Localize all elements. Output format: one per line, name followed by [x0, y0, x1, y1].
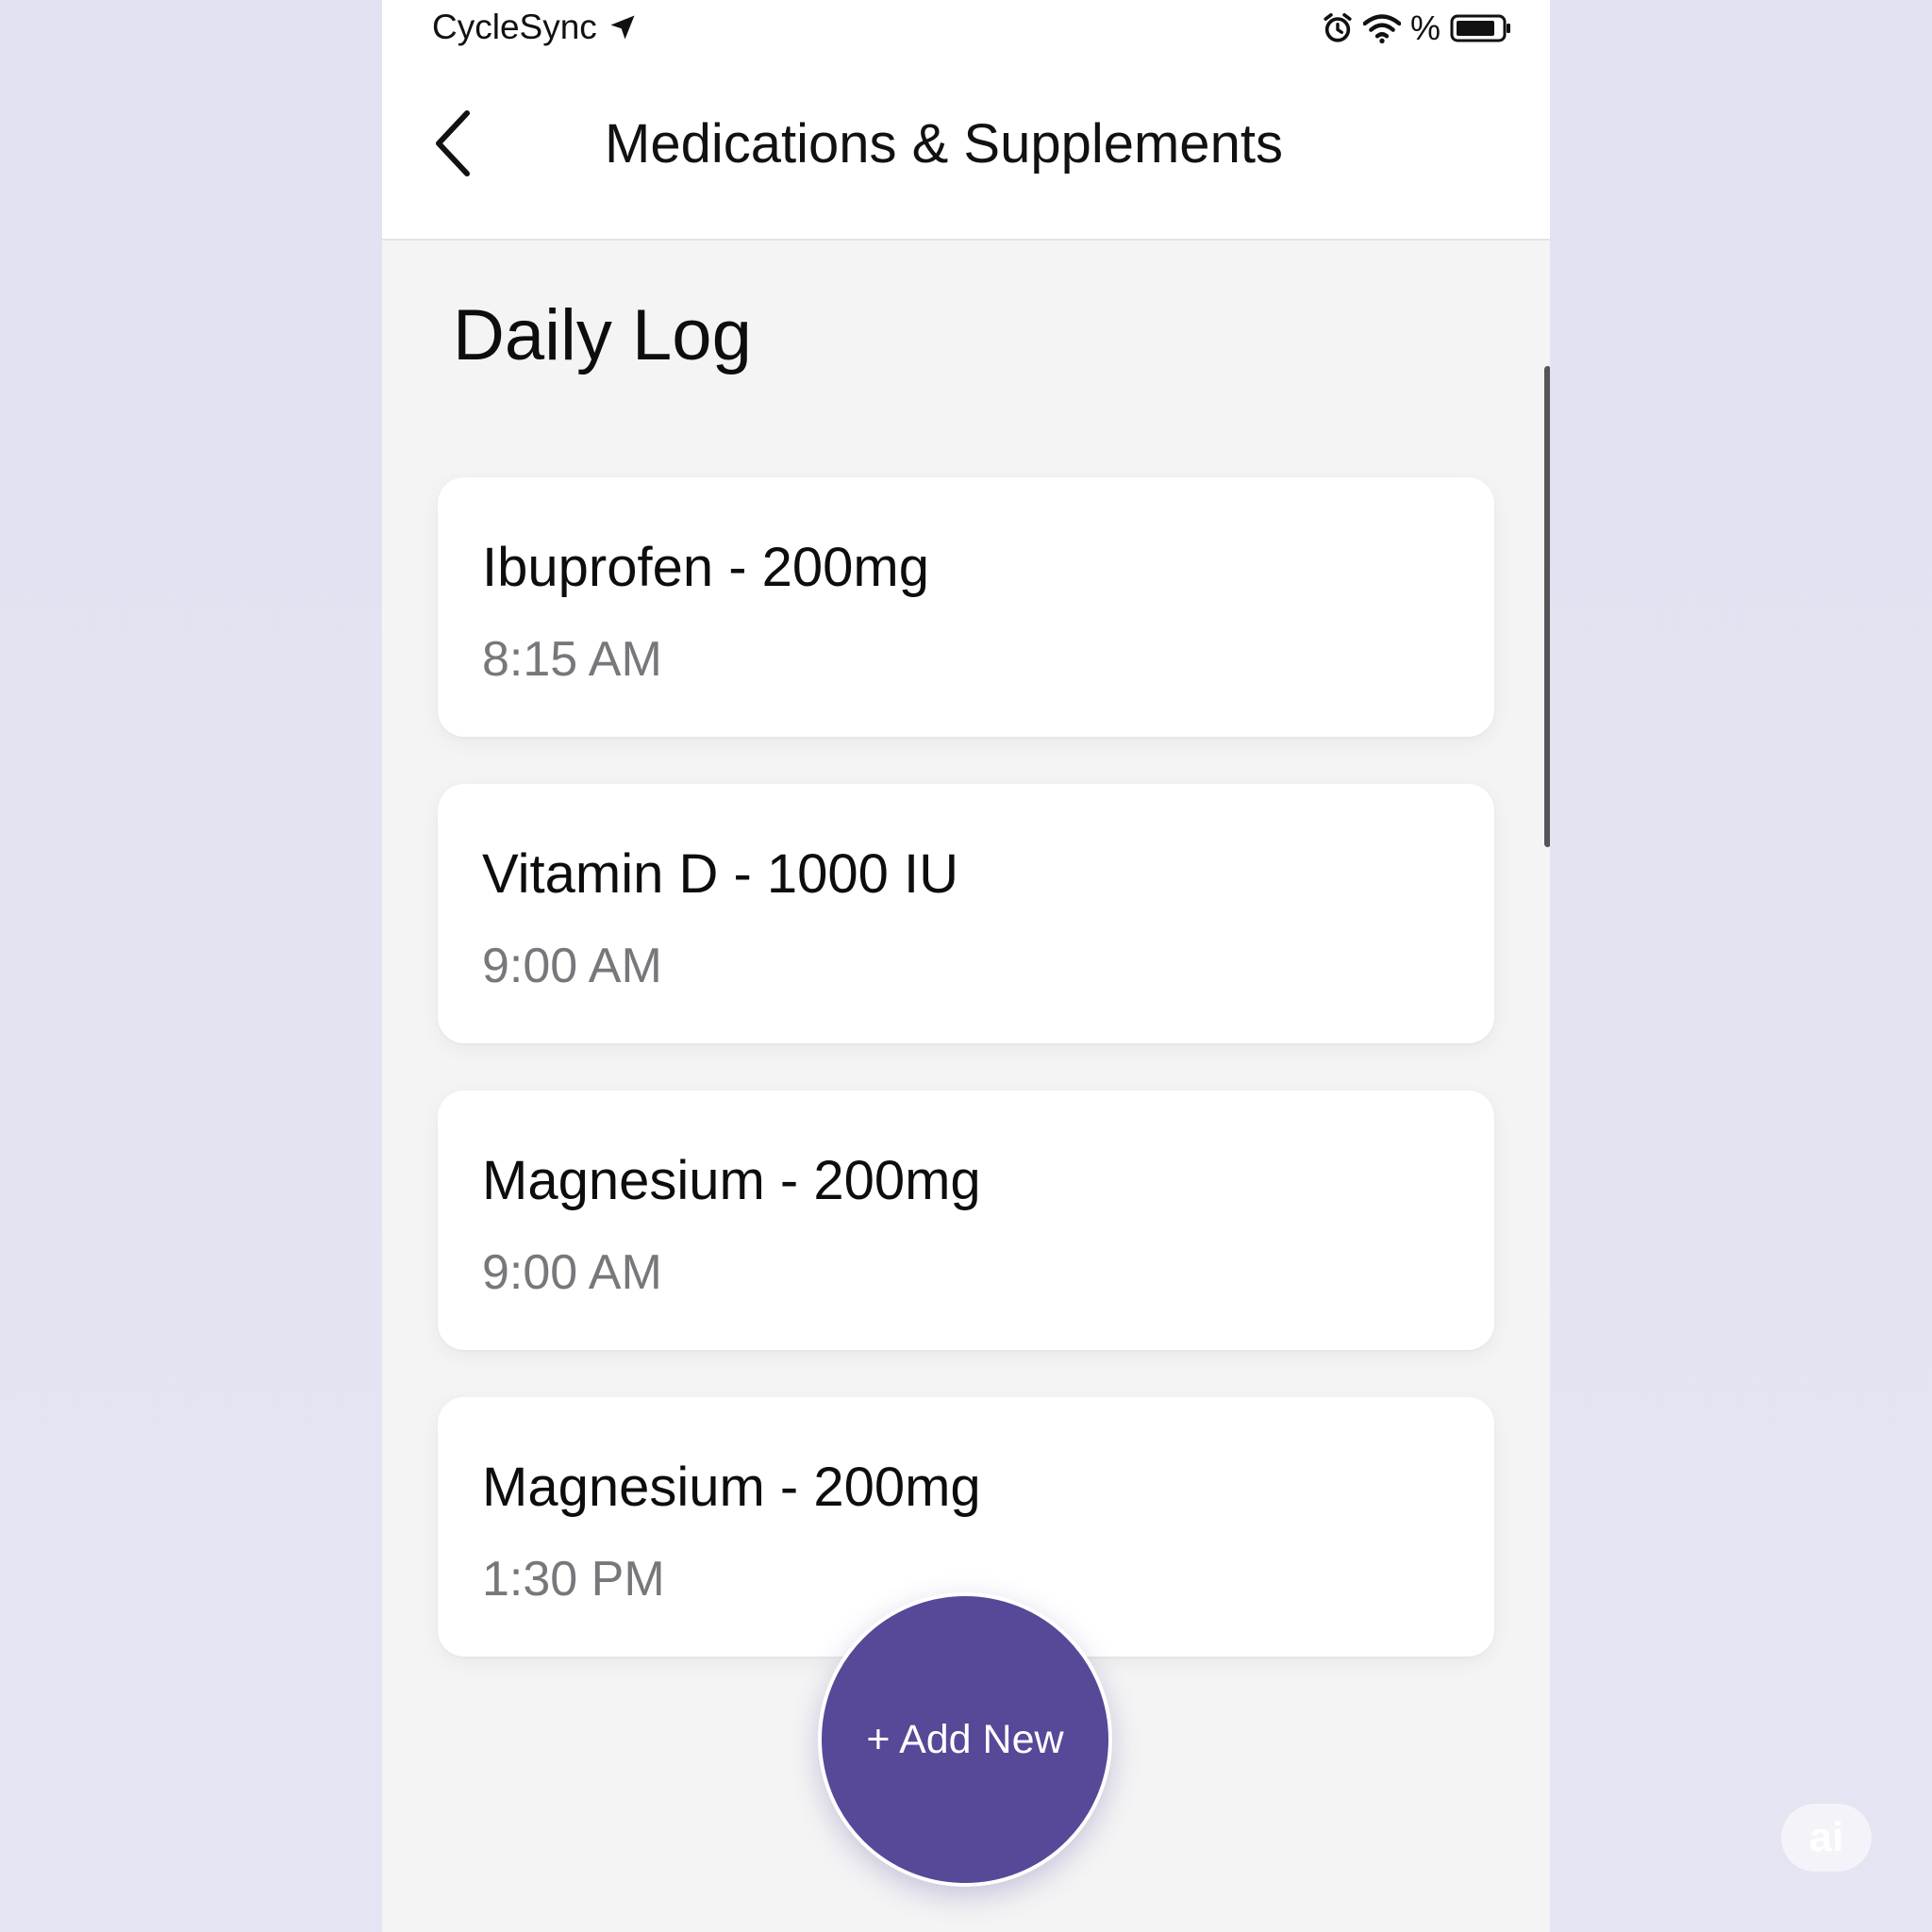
- battery-icon: [1450, 14, 1510, 42]
- medication-time: 9:00 AM: [482, 939, 662, 993]
- battery-percent: %: [1409, 8, 1441, 47]
- add-new-label: + Add New: [866, 1716, 1064, 1762]
- medication-name: Magnesium - 200mg: [482, 1457, 981, 1518]
- back-button[interactable]: [420, 101, 486, 186]
- medication-name: Ibuprofen - 200mg: [482, 537, 929, 598]
- status-bar: CycleSync %: [382, 0, 1550, 58]
- wifi-icon: [1362, 14, 1401, 43]
- chevron-left-icon: [436, 110, 470, 176]
- medication-time: 9:00 AM: [482, 1245, 662, 1300]
- location-arrow-icon: [610, 15, 635, 40]
- medication-entry-card[interactable]: Ibuprofen - 200mg 8:15 AM: [438, 477, 1494, 737]
- ai-watermark-badge: ai: [1781, 1804, 1872, 1872]
- scrollbar[interactable]: [1544, 366, 1550, 847]
- add-new-button[interactable]: + Add New: [818, 1592, 1112, 1887]
- medication-entry-card[interactable]: Vitamin D - 1000 IU 9:00 AM: [438, 784, 1494, 1043]
- phone-screen: CycleSync % Medications & Supplements Da…: [382, 0, 1550, 1932]
- alarm-clock-icon: [1324, 12, 1352, 42]
- section-title: Daily Log: [453, 295, 752, 375]
- medication-time: 8:15 AM: [482, 632, 662, 687]
- carrier-name: CycleSync: [432, 8, 597, 46]
- medication-log-list: Ibuprofen - 200mg 8:15 AM Vitamin D - 10…: [438, 477, 1494, 1704]
- carrier-label: CycleSync: [432, 8, 637, 47]
- medication-name: Vitamin D - 1000 IU: [482, 843, 959, 905]
- medication-entry-card[interactable]: Magnesium - 200mg 9:00 AM: [438, 1091, 1494, 1350]
- page-title: Medications & Supplements: [605, 113, 1283, 175]
- status-icons: %: [1322, 9, 1512, 47]
- medication-time: 1:30 PM: [482, 1552, 665, 1607]
- medication-name: Magnesium - 200mg: [482, 1150, 981, 1211]
- top-area: CycleSync % Medications & Supplements: [382, 0, 1550, 241]
- navigation-bar: Medications & Supplements: [382, 90, 1550, 203]
